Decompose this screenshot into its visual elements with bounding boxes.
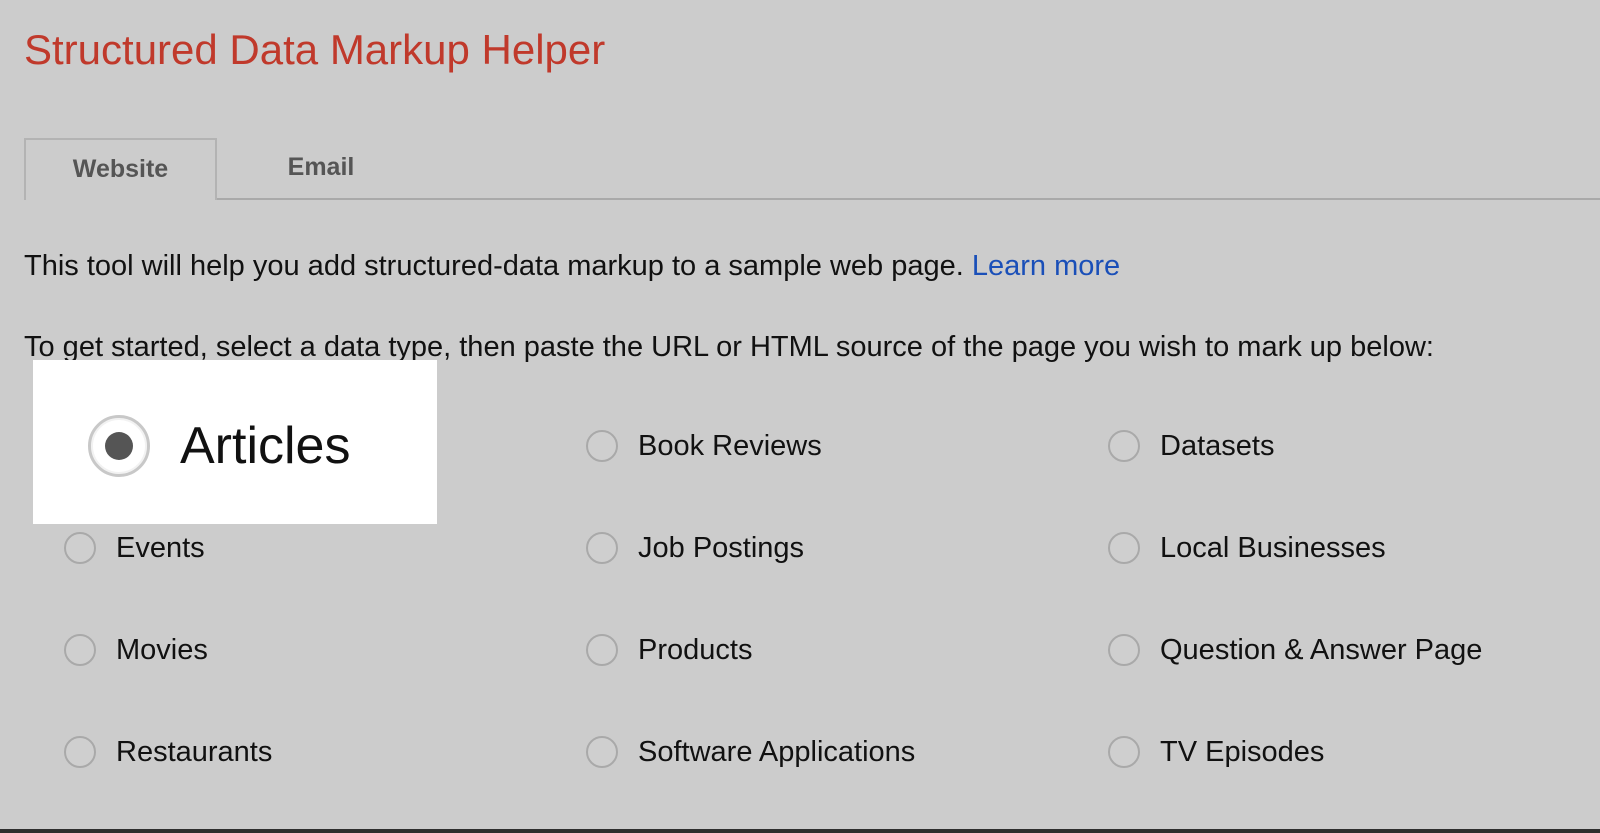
option-label-question-answer-page: Question & Answer Page (1160, 634, 1483, 666)
option-label-job-postings: Job Postings (638, 532, 805, 564)
option-label-restaurants: Restaurants (116, 736, 273, 768)
option-local-businesses[interactable]: Local Businesses (1108, 530, 1386, 566)
radio-unselected-icon[interactable] (586, 736, 618, 768)
option-articles[interactable]: Articles (88, 414, 350, 478)
intro-sentence: This tool will help you add structured-d… (24, 250, 964, 282)
radio-selected-icon[interactable] (88, 415, 150, 477)
radio-unselected-icon[interactable] (64, 532, 96, 564)
option-label-datasets: Datasets (1160, 430, 1275, 462)
app-title: Structured Data Markup Helper (24, 26, 606, 73)
option-label-book-reviews: Book Reviews (638, 430, 822, 462)
option-label-articles: Articles (180, 417, 351, 475)
radio-unselected-icon[interactable] (1108, 736, 1140, 768)
option-tv-episodes[interactable]: TV Episodes (1108, 734, 1324, 770)
radio-unselected-icon[interactable] (1108, 532, 1140, 564)
radio-unselected-icon[interactable] (586, 430, 618, 462)
option-label-movies: Movies (116, 634, 208, 666)
radio-unselected-icon[interactable] (1108, 634, 1140, 666)
radio-unselected-icon[interactable] (64, 634, 96, 666)
option-label-tv-episodes: TV Episodes (1160, 736, 1325, 768)
option-software-applications[interactable]: Software Applications (586, 734, 915, 770)
option-label-local-businesses: Local Businesses (1160, 532, 1386, 564)
radio-unselected-icon[interactable] (586, 634, 618, 666)
option-restaurants[interactable]: Restaurants (64, 734, 272, 770)
radio-unselected-icon[interactable] (64, 736, 96, 768)
option-label-events: Events (116, 532, 205, 564)
bottom-rule (0, 829, 1600, 833)
tab-bar: Website Email (24, 138, 1600, 200)
option-book-reviews[interactable]: Book Reviews (586, 428, 822, 464)
option-job-postings[interactable]: Job Postings (586, 530, 804, 566)
option-datasets[interactable]: Datasets (1108, 428, 1274, 464)
radio-unselected-icon[interactable] (1108, 430, 1140, 462)
radio-unselected-icon[interactable] (586, 532, 618, 564)
learn-more-link[interactable]: Learn more (972, 250, 1120, 282)
option-movies[interactable]: Movies (64, 632, 208, 668)
tab-website[interactable]: Website (24, 138, 217, 200)
tab-email[interactable]: Email (241, 138, 401, 200)
option-question-answer-page[interactable]: Question & Answer Page (1108, 632, 1482, 668)
option-products[interactable]: Products (586, 632, 752, 668)
radio-dot-icon (105, 432, 133, 460)
intro-text: This tool will help you add structured-d… (24, 246, 1120, 286)
option-events[interactable]: Events (64, 530, 205, 566)
option-label-software-applications: Software Applications (638, 736, 916, 768)
option-label-products: Products (638, 634, 753, 666)
